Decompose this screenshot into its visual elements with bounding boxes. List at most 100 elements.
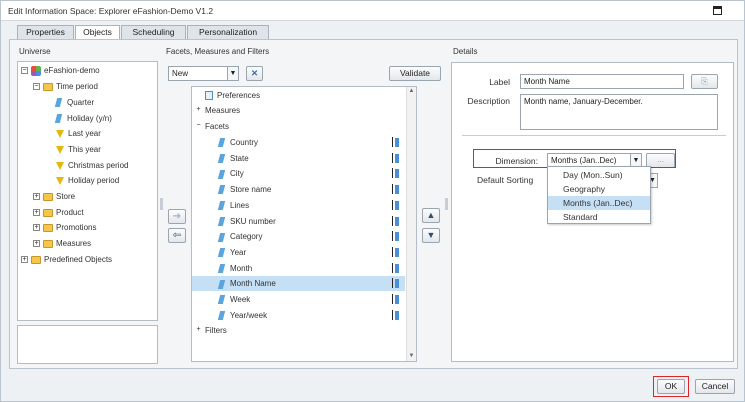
tree-item-efashion-demo[interactable]: − eFashion-demo (21, 64, 100, 78)
preferences-icon (205, 91, 213, 101)
sort-icon[interactable] (391, 278, 401, 289)
chevron-down-icon[interactable]: ▼ (227, 67, 238, 80)
list-item-measures[interactable]: + Measures (192, 103, 405, 118)
tree-label: Time period (56, 82, 98, 91)
tree-item-store[interactable]: + Store (33, 190, 75, 204)
details-heading: Details (453, 47, 478, 56)
list-item-filters[interactable]: + Filters (192, 323, 405, 338)
scroll-down-icon[interactable]: ▼ (407, 352, 416, 361)
facet-row[interactable]: Lines (192, 198, 405, 213)
list-item-facets[interactable]: − Facets (192, 119, 405, 134)
facet-row[interactable]: SKU number (192, 214, 405, 229)
list-item-preferences[interactable]: Preferences (192, 88, 405, 103)
collapse-icon[interactable]: − (21, 67, 28, 75)
tree-item-christmas-period[interactable]: Christmas period (56, 159, 128, 173)
expand-icon[interactable]: + (195, 326, 202, 335)
splitter-handle[interactable] (160, 198, 163, 210)
expand-icon[interactable]: + (33, 209, 40, 217)
sort-icon[interactable] (391, 184, 401, 195)
facet-row[interactable]: Week (192, 292, 405, 307)
sort-icon[interactable] (391, 152, 401, 164)
new-select[interactable]: New ▼ (168, 66, 239, 81)
filter-icon (56, 176, 64, 185)
dropdown-option-months[interactable]: Months (Jan..Dec) (548, 196, 650, 210)
expand-icon[interactable]: + (33, 240, 40, 248)
dropdown-option-standard[interactable]: Standard (548, 210, 650, 224)
facet-row[interactable]: Country (192, 135, 405, 150)
facets-scrollbar[interactable]: ▲ ▼ (406, 87, 416, 361)
folder-icon (31, 255, 41, 264)
facet-label: SKU number (230, 216, 276, 226)
tree-item-this-year[interactable]: This year (56, 143, 101, 157)
dropdown-option-geography[interactable]: Geography (548, 182, 650, 196)
tree-label: Predefined Objects (44, 255, 113, 264)
scroll-up-icon[interactable]: ▲ (407, 87, 416, 96)
tree-item-holiday[interactable]: Holiday (y/n) (54, 112, 112, 126)
tab-personalization[interactable]: Personalization (187, 25, 269, 39)
facet-row[interactable]: Month (192, 261, 405, 276)
translate-button[interactable]: ⎘ (691, 74, 718, 89)
facet-row[interactable]: State (192, 151, 405, 166)
expand-icon[interactable]: + (195, 106, 202, 115)
tree-item-product[interactable]: + Product (33, 206, 84, 220)
new-select-value: New (172, 69, 189, 78)
sort-icon[interactable] (391, 246, 401, 258)
dimension-icon (217, 311, 226, 321)
cancel-button[interactable]: Cancel (695, 379, 735, 394)
dimension-icon (217, 138, 226, 148)
sort-icon[interactable] (391, 262, 401, 274)
facet-label: Year (230, 247, 247, 257)
tab-properties[interactable]: Properties (17, 25, 74, 39)
label-caption: Label (489, 77, 510, 87)
facet-row[interactable]: City (192, 166, 405, 181)
tree-label: eFashion-demo (44, 66, 100, 75)
remove-arrow-button[interactable]: ⇦ (168, 228, 186, 243)
tree-item-quarter[interactable]: Quarter (54, 96, 94, 110)
collapse-icon[interactable]: − (33, 83, 40, 91)
sort-icon[interactable] (391, 294, 401, 305)
tree-item-predefined-objects[interactable]: + Predefined Objects (21, 253, 112, 267)
tree-item-promotions[interactable]: + Promotions (33, 221, 96, 235)
sort-icon[interactable] (391, 215, 401, 227)
ok-button[interactable]: OK (657, 379, 685, 394)
tree-item-last-year[interactable]: Last year (56, 127, 101, 141)
folder-icon (43, 223, 53, 232)
arrow-left-icon: ⇦ (172, 230, 182, 241)
sort-icon[interactable] (391, 309, 401, 321)
sort-icon[interactable] (391, 231, 401, 242)
dimension-icon (217, 295, 226, 305)
facet-row[interactable]: Year (192, 245, 405, 260)
expand-icon[interactable]: + (33, 193, 40, 201)
dimension-icon (217, 201, 226, 211)
maximize-icon[interactable] (713, 6, 722, 15)
label-input[interactable]: Month Name (520, 74, 684, 89)
dropdown-option-day[interactable]: Day (Mon..Sun) (548, 168, 650, 182)
sort-icon[interactable] (391, 168, 401, 179)
tree-item-holiday-period[interactable]: Holiday period (56, 174, 119, 188)
splitter-handle[interactable] (445, 198, 448, 210)
folder-icon (43, 208, 53, 217)
collapse-icon[interactable]: − (195, 122, 202, 131)
tree-label: Promotions (56, 223, 97, 232)
sort-icon[interactable] (391, 199, 401, 211)
tab-scheduling[interactable]: Scheduling (121, 25, 186, 39)
description-textarea[interactable]: Month name, January-December. (520, 94, 718, 130)
expand-icon[interactable]: + (21, 256, 28, 264)
facet-label: Week (230, 295, 251, 304)
move-up-button[interactable]: ▲ (422, 208, 440, 223)
tab-objects[interactable]: Objects (75, 25, 120, 40)
facet-row[interactable]: Category (192, 229, 405, 244)
add-arrow-button[interactable]: ➔ (168, 209, 186, 224)
facet-row[interactable]: Store name (192, 182, 405, 197)
sort-icon[interactable] (391, 137, 401, 148)
tree-item-time-period[interactable]: − Time period (33, 80, 98, 94)
move-down-button[interactable]: ▼ (422, 228, 440, 243)
tree-label: Holiday period (68, 176, 120, 185)
facet-row[interactable]: Year/week (192, 308, 405, 323)
folder-icon (43, 82, 53, 91)
tree-item-measures[interactable]: + Measures (33, 237, 91, 251)
facet-row[interactable]: Month Name (192, 276, 405, 292)
expand-icon[interactable]: + (33, 224, 40, 232)
delete-button[interactable]: ✕ (246, 66, 263, 81)
validate-button[interactable]: Validate (389, 66, 441, 81)
